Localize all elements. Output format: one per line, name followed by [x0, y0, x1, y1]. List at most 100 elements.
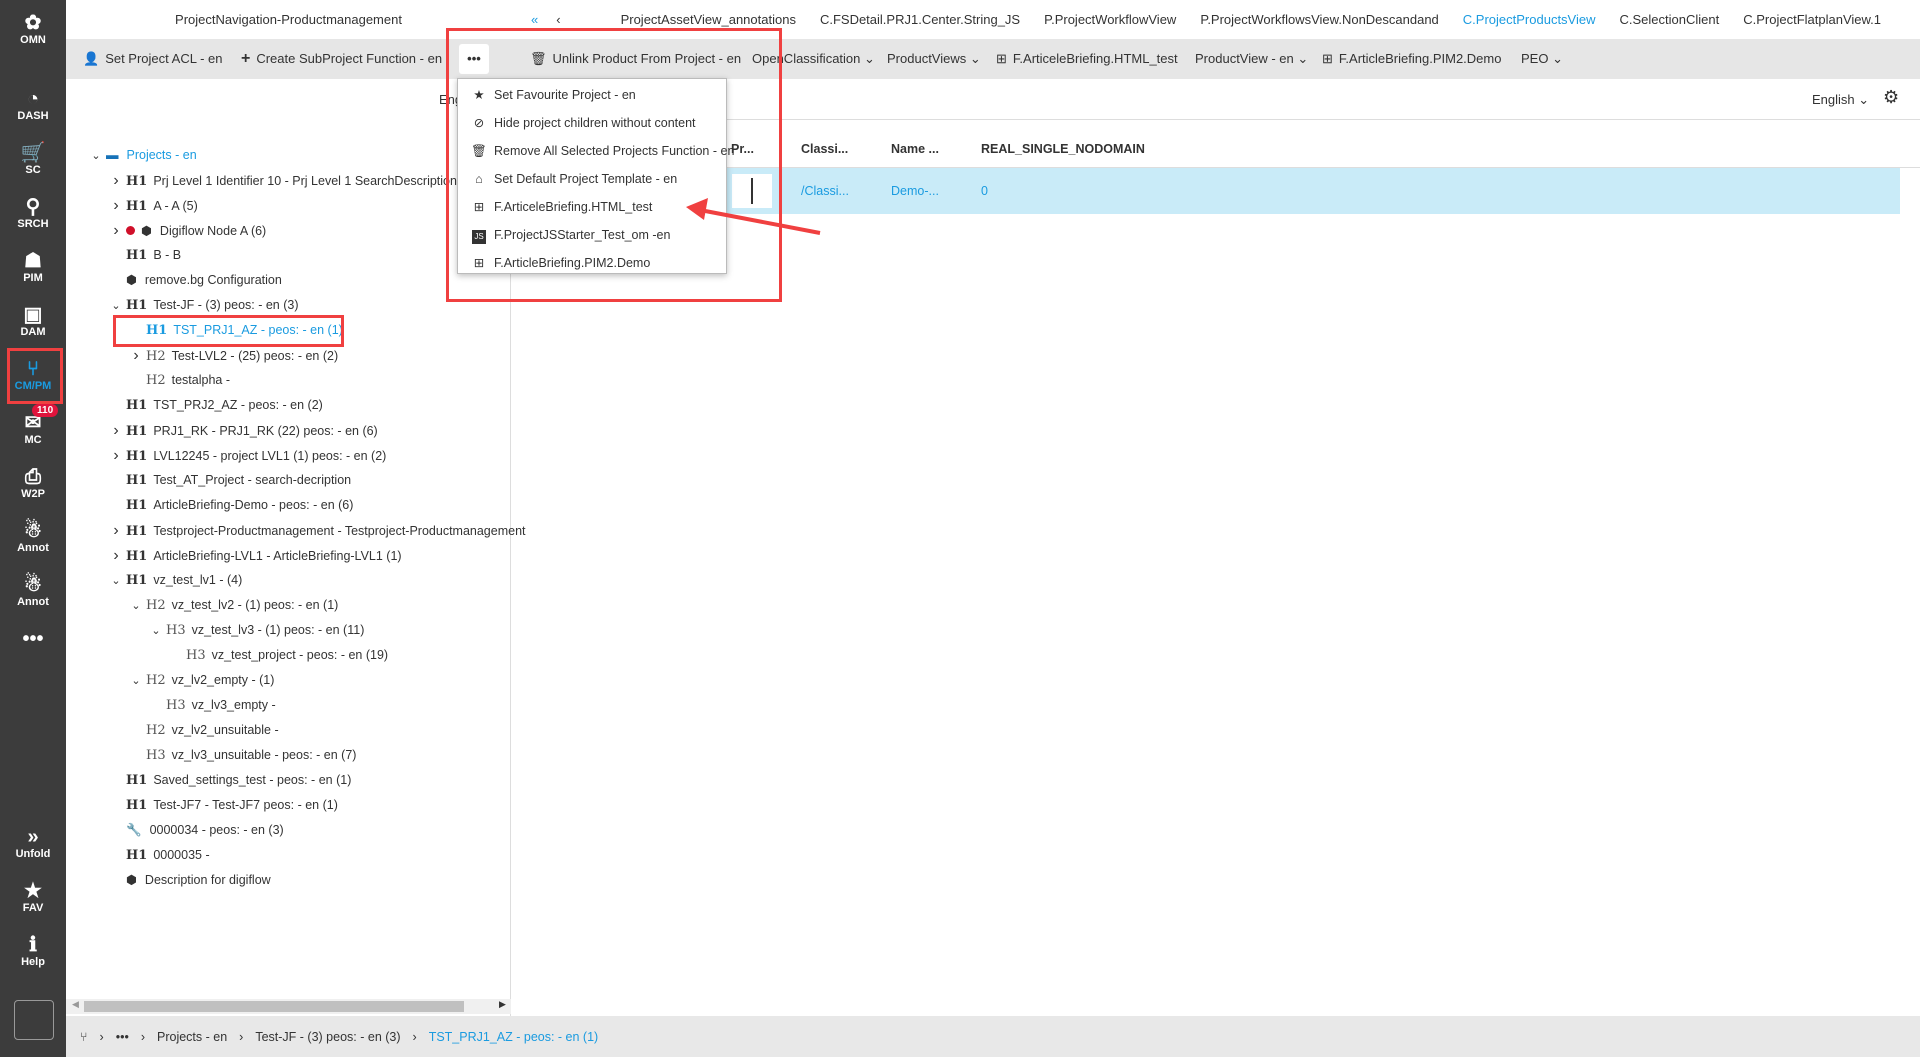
- user-avatar[interactable]: [14, 1000, 54, 1040]
- breadcrumb-item[interactable]: Projects - en: [157, 1030, 227, 1044]
- name-cell[interactable]: Demo-...: [891, 184, 939, 198]
- chevron-right-icon[interactable]: ›: [106, 168, 126, 193]
- chevron-down-icon[interactable]: ⌄: [126, 669, 146, 694]
- tree-item[interactable]: H1 Test-JF7 - Test-JF7 peos: - en (1): [106, 793, 338, 818]
- product-view-dropdown[interactable]: ProductView - en ⌄: [1195, 39, 1308, 79]
- sidebar-item-annot[interactable]: ☃ Annot: [0, 520, 66, 554]
- more-actions-button[interactable]: •••: [459, 44, 489, 74]
- tree-item[interactable]: H1 Saved_settings_test - peos: - en (1): [106, 768, 351, 793]
- column-header[interactable]: Classi...: [801, 142, 848, 156]
- tab-item[interactable]: C.ProjectProductsView: [1463, 12, 1596, 27]
- chevron-right-icon[interactable]: ›: [106, 518, 126, 543]
- chevron-right-icon[interactable]: ›: [126, 343, 146, 368]
- omn-logo[interactable]: ✿ OMN: [0, 12, 66, 46]
- tree-item[interactable]: H3 vz_lv3_empty -: [146, 693, 276, 718]
- menu-item[interactable]: ★ Set Favourite Project - en: [458, 81, 726, 109]
- sidebar-item-more[interactable]: •••: [0, 628, 66, 650]
- tab-item[interactable]: C.SelectionClient: [1620, 12, 1720, 27]
- tree-item[interactable]: H3 vz_test_project - peos: - en (19): [166, 643, 388, 668]
- menu-item[interactable]: ⊞ F.ArticleBriefing.PIM2.Demo: [458, 249, 726, 277]
- gear-icon[interactable]: ⚙: [1883, 87, 1899, 108]
- sidebar-item-sc[interactable]: 🛒 SC: [0, 142, 66, 176]
- chevron-right-icon[interactable]: ›: [106, 218, 126, 243]
- chevron-down-icon[interactable]: ⌄: [106, 294, 126, 319]
- tree-item[interactable]: H1 B - B: [106, 243, 181, 268]
- panel-title: ProjectNavigation-Productmanagement: [175, 12, 402, 27]
- column-header[interactable]: Pr...: [731, 142, 754, 156]
- tree-item[interactable]: H2 testalpha -: [126, 368, 230, 393]
- create-subproject-button[interactable]: + Create SubProject Function - en: [241, 39, 442, 79]
- tree-item[interactable]: › H1 ArticleBriefing-LVL1 - ArticleBriefin…: [106, 543, 401, 568]
- chevron-down-icon[interactable]: ⌄: [126, 594, 146, 619]
- breadcrumb-item[interactable]: Test-JF - (3) peos: - en (3): [255, 1030, 400, 1044]
- tree-item[interactable]: › H1 LVL12245 - project LVL1 (1) peos: - e…: [106, 443, 386, 468]
- tree-item[interactable]: ⬢ remove.bg Configuration: [106, 268, 282, 293]
- chevron-down-icon[interactable]: ⌄: [106, 569, 126, 594]
- tree-item[interactable]: H1 TST_PRJ2_AZ - peos: - en (2): [106, 393, 323, 418]
- tab-item[interactable]: P.ProjectWorkflowsView.NonDescandand: [1200, 12, 1438, 27]
- column-header[interactable]: Name ...: [891, 142, 939, 156]
- html-test-button[interactable]: ⊞ F.ArticeleBriefing.HTML_test: [996, 39, 1178, 79]
- sidebar-item-fav[interactable]: ★ FAV: [0, 880, 66, 914]
- sidebar-item-help[interactable]: ℹ Help: [0, 934, 66, 968]
- tree-item[interactable]: › H1 Prj Level 1 Identifier 10 - Prj Level…: [106, 168, 471, 193]
- tab-item[interactable]: C.ProjectFlatplanView.1: [1743, 12, 1881, 27]
- sidebar-item-cm-pm[interactable]: ⑂ CM/PM: [0, 358, 66, 392]
- sidebar-item-srch[interactable]: ⚲ SRCH: [0, 196, 66, 230]
- tab-item[interactable]: P.ProjectWorkflowView: [1044, 12, 1176, 27]
- product-views-dropdown[interactable]: ProductViews ⌄: [887, 39, 981, 79]
- tree-item[interactable]: ⬢ Description for digiflow: [106, 868, 271, 893]
- sidebar-item-mc[interactable]: ✉ MC 110: [0, 404, 66, 446]
- prev-tab-icon[interactable]: ‹: [556, 12, 560, 27]
- breadcrumb-item[interactable]: TST_PRJ1_AZ - peos: - en (1): [429, 1030, 599, 1044]
- sidebar-item-unfold[interactable]: » Unfold: [0, 826, 66, 860]
- tab-item[interactable]: ProjectAssetView_annotations: [621, 12, 796, 27]
- unlink-product-button[interactable]: 🗑 Unlink Product From Project - en: [530, 39, 741, 79]
- sidebar-item-annot[interactable]: ☃ Annot: [0, 574, 66, 608]
- tree-item[interactable]: › ⬢ Digiflow Node A (6): [106, 218, 266, 243]
- tree-item[interactable]: H1 ArticleBriefing-Demo - peos: - en (6): [106, 493, 353, 518]
- tree-item[interactable]: H1 0000035 -: [106, 843, 210, 868]
- tree-item[interactable]: ⌄ H1 vz_test_lv1 - (4): [106, 568, 242, 593]
- tree-item[interactable]: ⌄ H1 Test-JF - (3) peos: - en (3): [106, 293, 298, 319]
- chevron-right-icon[interactable]: ›: [106, 193, 126, 218]
- usb-icon[interactable]: ⑂: [80, 1030, 88, 1044]
- tree-item[interactable]: ⌄ H3 vz_test_lv3 - (1) peos: - en (11): [146, 618, 364, 643]
- chevron-right-icon[interactable]: ›: [106, 543, 126, 568]
- tree-item[interactable]: H2 vz_lv2_unsuitable -: [126, 718, 279, 743]
- menu-item[interactable]: ⌂ Set Default Project Template - en: [458, 165, 726, 193]
- sidebar-item-pim[interactable]: ☗ PIM: [0, 250, 66, 284]
- set-acl-button[interactable]: 👤 Set Project ACL - en: [83, 39, 223, 79]
- pim2-demo-button[interactable]: ⊞ F.ArticleBriefing.PIM2.Demo: [1322, 39, 1501, 79]
- tree-item[interactable]: › H1 A - A (5): [106, 193, 197, 218]
- chevron-down-icon[interactable]: ⌄: [146, 619, 166, 644]
- tree-item[interactable]: H1 Test_AT_Project - search-decription: [106, 468, 351, 493]
- sidebar-item-dam[interactable]: ▣ DAM: [0, 304, 66, 338]
- horizontal-scrollbar[interactable]: ◀ ▶: [66, 999, 511, 1014]
- breadcrumb: ⑂ › ••• › Projects - en › Test-JF - (3) peos: …: [66, 1016, 1920, 1057]
- tree-item[interactable]: H1 TST_PRJ1_AZ - peos: - en (1): [126, 318, 343, 343]
- tree-item[interactable]: › H2 Test-LVL2 - (25) peos: - en (2): [126, 343, 338, 368]
- column-header[interactable]: REAL_SINGLE_NODOMAIN: [981, 142, 1145, 156]
- tree-item[interactable]: › H1 Testproject-Productmanagement - Testp…: [106, 518, 525, 543]
- menu-item[interactable]: 🗑 Remove All Selected Projects Function -…: [458, 137, 734, 165]
- tree-item[interactable]: ⌄ H2 vz_lv2_empty - (1): [126, 668, 274, 693]
- language-select[interactable]: English ⌄: [1812, 92, 1869, 108]
- tree-item[interactable]: H3 vz_lv3_unsuitable - peos: - en (7): [126, 743, 356, 768]
- chevron-down-icon[interactable]: ⌄: [86, 144, 106, 169]
- scrollbar-thumb[interactable]: [84, 1001, 464, 1012]
- peo-dropdown[interactable]: PEO ⌄: [1521, 39, 1563, 79]
- breadcrumb-item[interactable]: •••: [116, 1030, 129, 1044]
- sidebar-item-dash[interactable]: ◔ DASH: [0, 88, 66, 122]
- sidebar-item-w2p[interactable]: ⎙ W2P: [0, 466, 66, 500]
- menu-item[interactable]: ⊘ Hide project children without content: [458, 109, 726, 137]
- first-tab-icon[interactable]: «: [531, 12, 538, 27]
- tree-item[interactable]: › H1 PRJ1_RK - PRJ1_RK (22) peos: - en (6): [106, 418, 377, 443]
- tree-item[interactable]: 🔧 0000034 - peos: - en (3): [106, 818, 284, 843]
- tree-item[interactable]: ⌄ H2 vz_test_lv2 - (1) peos: - en (1): [126, 593, 338, 618]
- chevron-right-icon[interactable]: ›: [106, 418, 126, 443]
- open-classification-dropdown[interactable]: OpenClassification ⌄: [752, 39, 875, 79]
- tab-item[interactable]: C.FSDetail.PRJ1.Center.String_JS: [820, 12, 1020, 27]
- chevron-right-icon[interactable]: ›: [106, 443, 126, 468]
- tree-item[interactable]: ⌄ ▬ Projects - en: [86, 143, 196, 169]
